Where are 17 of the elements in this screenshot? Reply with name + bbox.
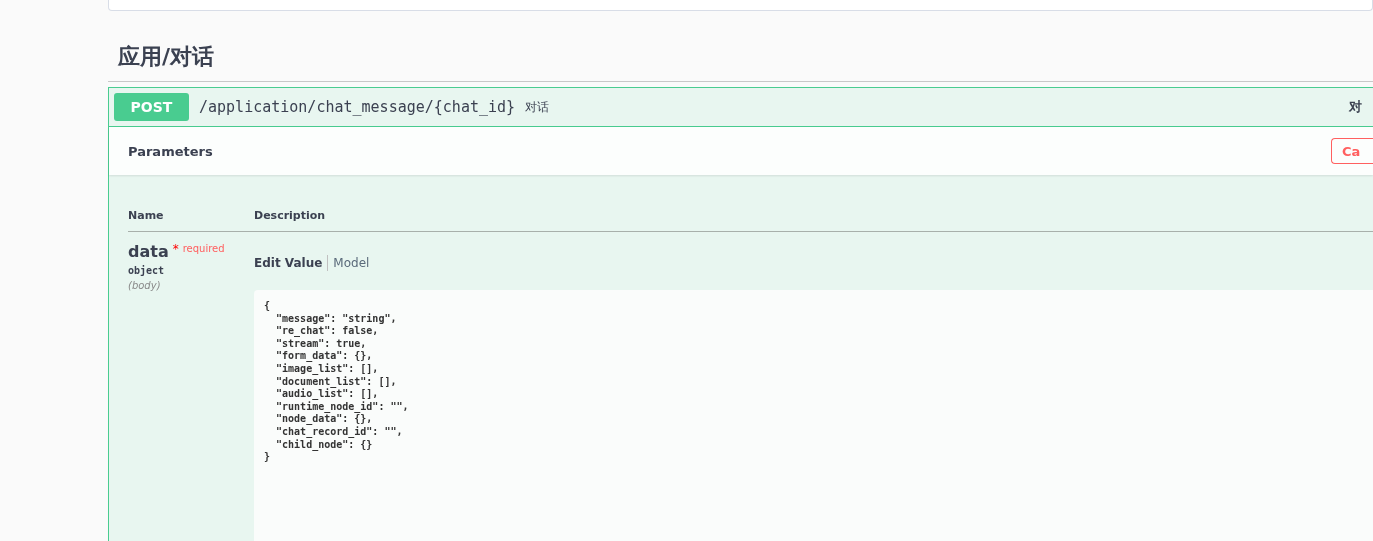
- method-badge: POST: [114, 93, 189, 121]
- parameter-name: data: [128, 242, 169, 261]
- parameter-type: object: [128, 265, 165, 276]
- parameter-location: (body): [128, 280, 161, 291]
- section-title: 应用/对话: [108, 11, 1373, 82]
- required-label: required: [182, 243, 225, 254]
- endpoint-path: /application/chat_message/{chat_id}: [199, 98, 516, 116]
- endpoint-summary: 对: [1349, 98, 1362, 116]
- tab[interactable]: Model: [333, 256, 370, 270]
- endpoint-description: 对话: [525, 98, 550, 116]
- json-textarea[interactable]: { "message": "string", "re_chat": false, "stream": true, "form_data": {}, "image_list": [], "document_list": [], "audio_list": [], "runtime_node_id": "", "node_data": {}, "chat_record_id": "", "child_node": {} }: [254, 290, 1373, 541]
- required-mark: *: [172, 242, 179, 256]
- column-header: Description: [254, 208, 327, 222]
- tab[interactable]: Edit Value: [254, 256, 323, 270]
- search-field[interactable]: [108, 0, 1373, 11]
- column-header: Name: [128, 208, 165, 222]
- parameters-title: Parameters: [128, 143, 213, 159]
